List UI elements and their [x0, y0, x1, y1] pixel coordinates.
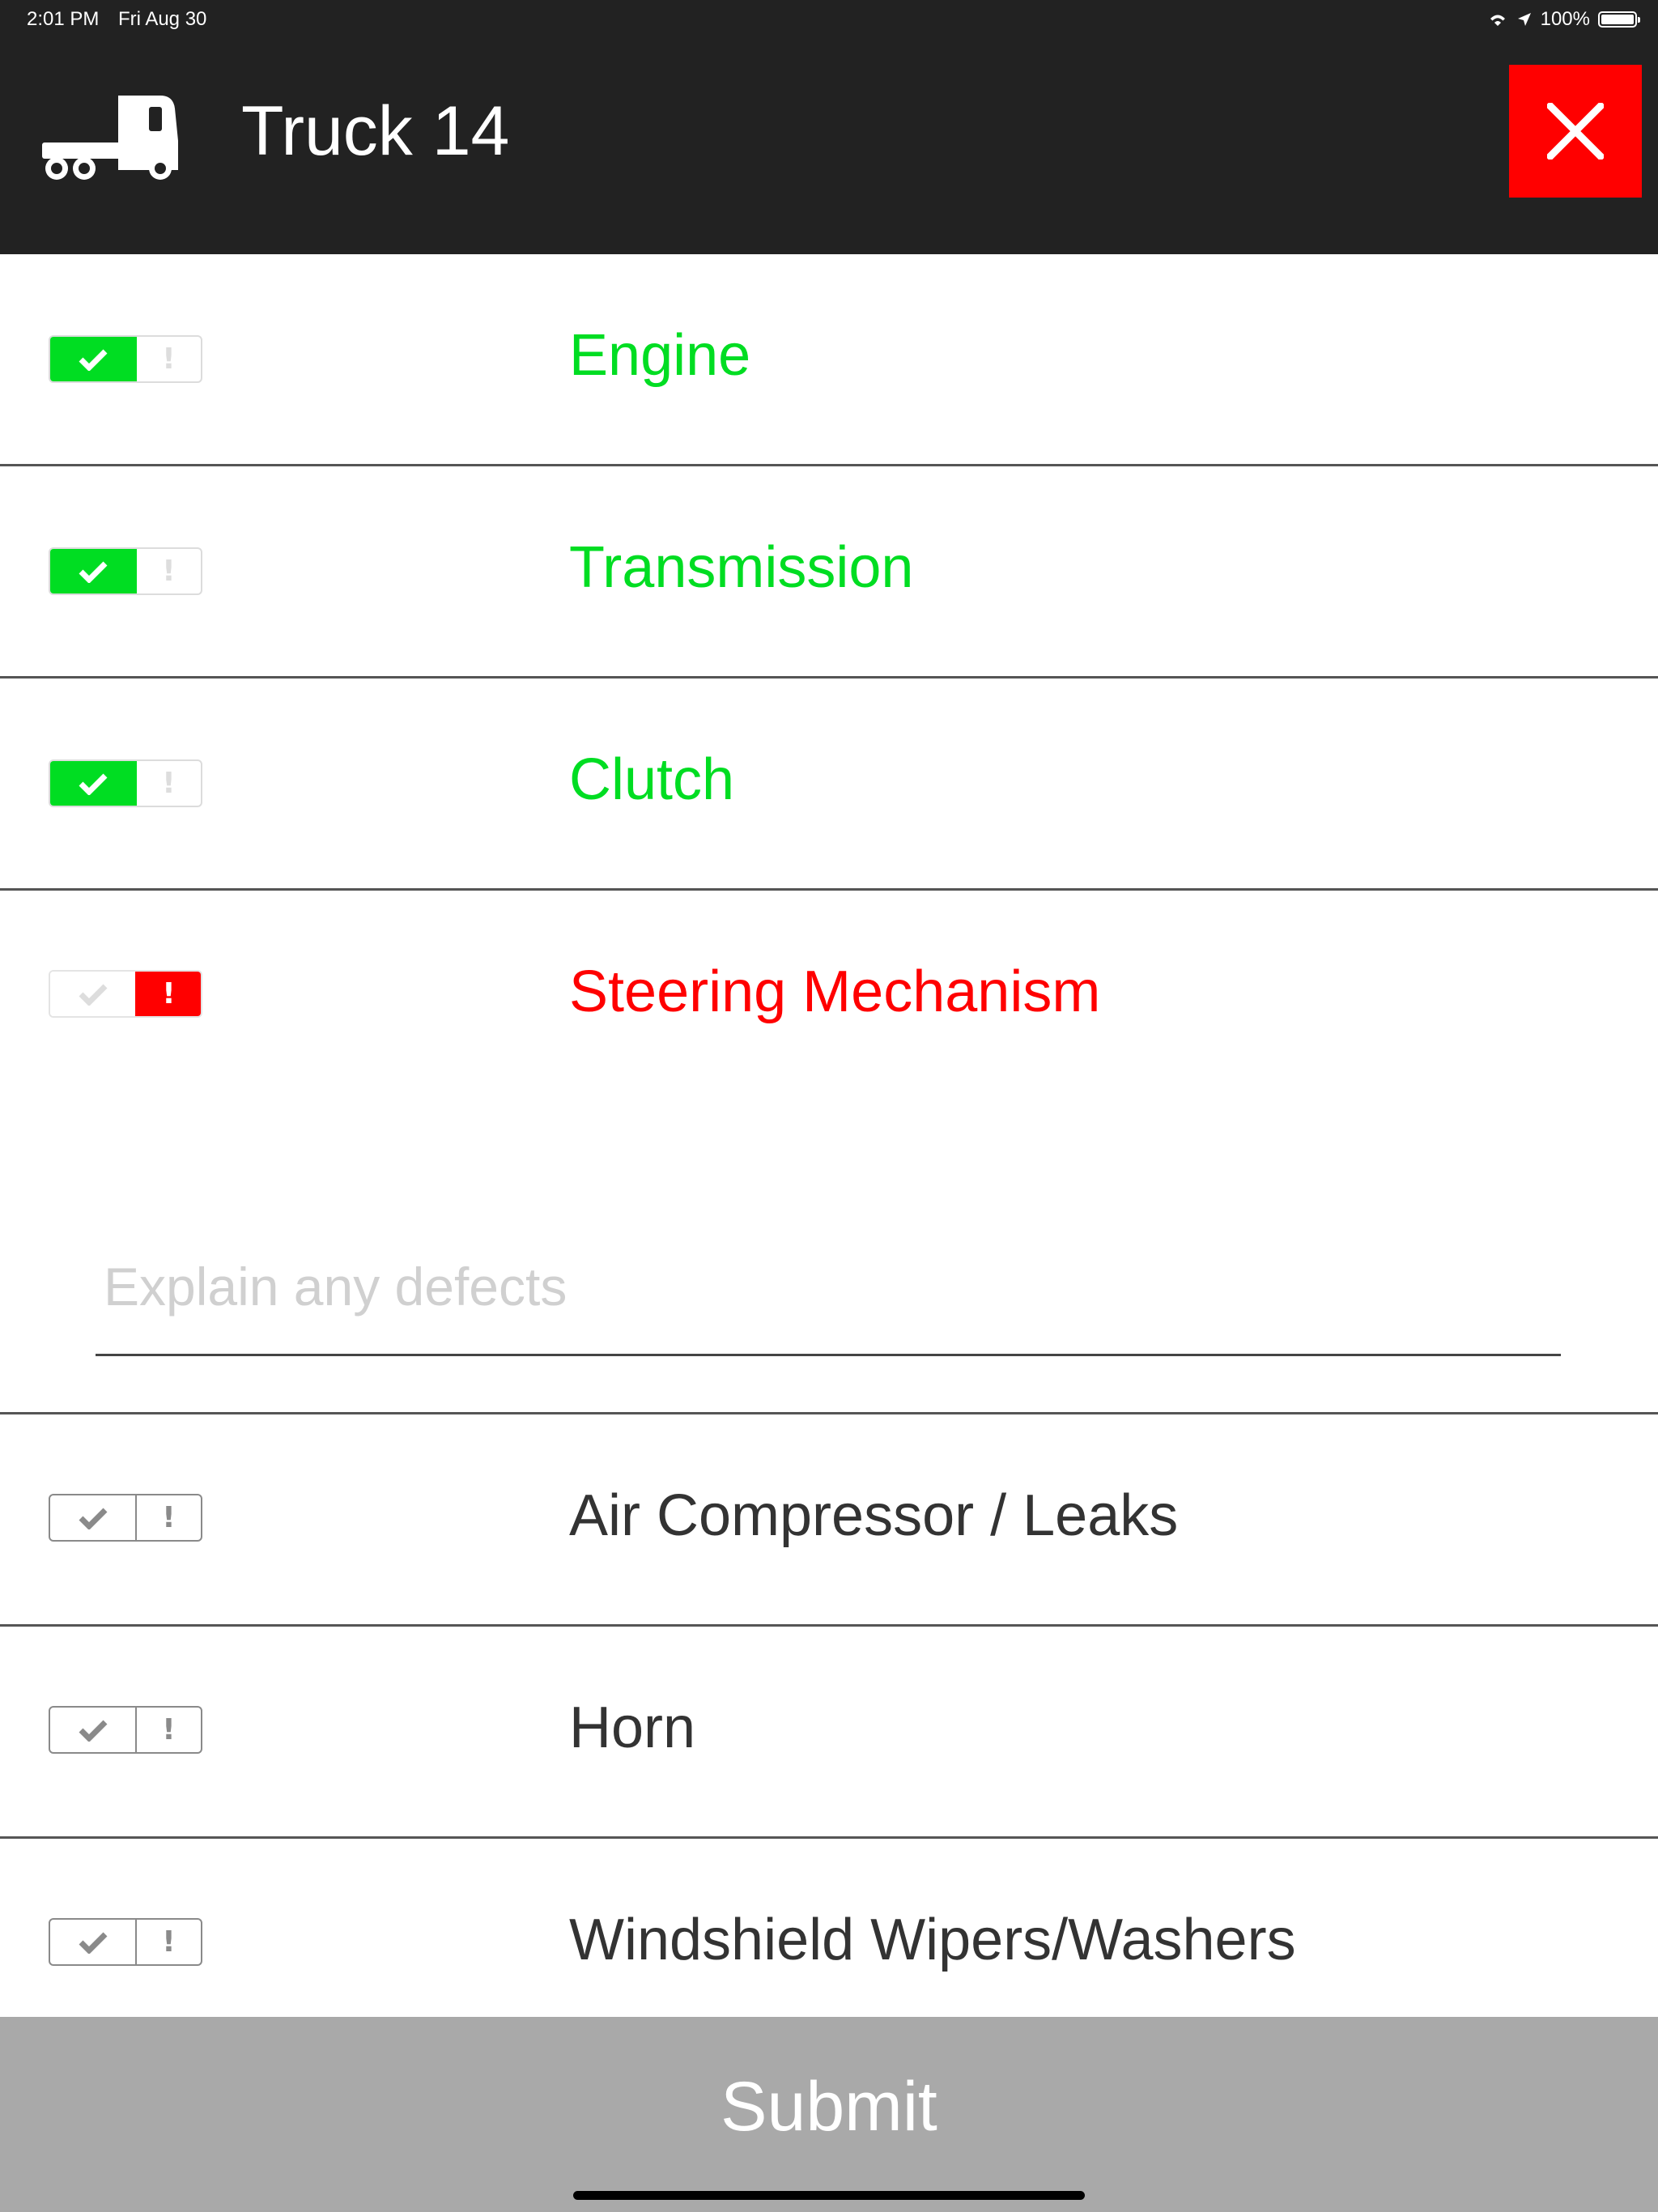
checklist-row-clutch: ! Clutch — [0, 678, 1658, 891]
ok-button[interactable] — [50, 1495, 137, 1540]
item-label: Engine — [569, 323, 751, 388]
page-title: Truck 14 — [241, 92, 510, 170]
checklist-row-air-compressor: ! Air Compressor / Leaks — [0, 1414, 1658, 1627]
checklist-row-horn: ! Horn — [0, 1627, 1658, 1839]
truck-icon — [42, 96, 178, 180]
ok-button[interactable] — [50, 337, 137, 381]
item-label: Transmission — [569, 535, 914, 600]
check-icon — [79, 349, 107, 371]
location-arrow-icon — [1517, 13, 1531, 26]
status-toggle: ! — [49, 970, 202, 1018]
ok-button[interactable] — [50, 549, 137, 593]
wifi-icon — [1490, 15, 1505, 26]
item-label: Air Compressor / Leaks — [569, 1483, 1179, 1548]
defect-explanation-input[interactable] — [96, 1219, 1561, 1356]
app-header: 2:01 PM Fri Aug 30 100% Truck 14 — [0, 0, 1658, 254]
exclamation-icon: ! — [162, 1501, 176, 1534]
item-label: Horn — [569, 1695, 696, 1760]
status-toggle: ! — [49, 1494, 202, 1542]
ok-button[interactable] — [50, 1920, 137, 1964]
defect-button[interactable]: ! — [137, 761, 201, 806]
status-toggle: ! — [49, 1706, 202, 1754]
check-icon — [79, 773, 107, 795]
status-time: 2:01 PM — [27, 8, 100, 30]
exclamation-icon: ! — [162, 1925, 176, 1959]
exclamation-icon: ! — [162, 977, 176, 1010]
defect-button[interactable]: ! — [137, 1495, 201, 1540]
defect-button[interactable]: ! — [137, 1920, 201, 1964]
status-toggle: ! — [49, 335, 202, 383]
status-toggle: ! — [49, 1918, 202, 1966]
exclamation-icon: ! — [162, 342, 176, 376]
checklist-row-engine: ! Engine — [0, 254, 1658, 466]
ok-button[interactable] — [50, 1708, 137, 1752]
defect-button[interactable]: ! — [137, 1708, 201, 1752]
submit-label: Submit — [721, 2067, 937, 2146]
ok-button[interactable] — [50, 972, 137, 1016]
exclamation-icon: ! — [162, 1713, 176, 1746]
battery-percent: 100% — [1540, 8, 1590, 30]
status-date: Fri Aug 30 — [118, 8, 207, 30]
close-icon — [1547, 103, 1604, 160]
check-icon — [79, 1932, 107, 1954]
item-label: Clutch — [569, 747, 735, 812]
exclamation-icon: ! — [162, 767, 176, 800]
home-indicator — [573, 2191, 1085, 2200]
battery-icon — [1598, 11, 1640, 28]
item-label: Steering Mechanism — [569, 959, 1101, 1024]
status-bar: 2:01 PM Fri Aug 30 100% — [0, 0, 1658, 39]
status-toggle: ! — [49, 547, 202, 595]
check-icon — [79, 1508, 107, 1529]
check-icon — [79, 1720, 107, 1742]
status-indicators: 100% — [1487, 6, 1640, 32]
check-icon — [79, 984, 107, 1006]
ok-button[interactable] — [50, 761, 137, 806]
submit-button[interactable]: Submit — [0, 2017, 1658, 2212]
defect-button[interactable]: ! — [137, 549, 201, 593]
status-toggle: ! — [49, 759, 202, 807]
close-button[interactable] — [1509, 65, 1642, 198]
item-label: Windshield Wipers/Washers — [569, 1908, 1296, 1972]
defect-button[interactable]: ! — [137, 337, 201, 381]
exclamation-icon: ! — [162, 555, 176, 588]
defect-button[interactable]: ! — [137, 972, 201, 1016]
checklist-row-transmission: ! Transmission — [0, 466, 1658, 678]
check-icon — [79, 561, 107, 583]
